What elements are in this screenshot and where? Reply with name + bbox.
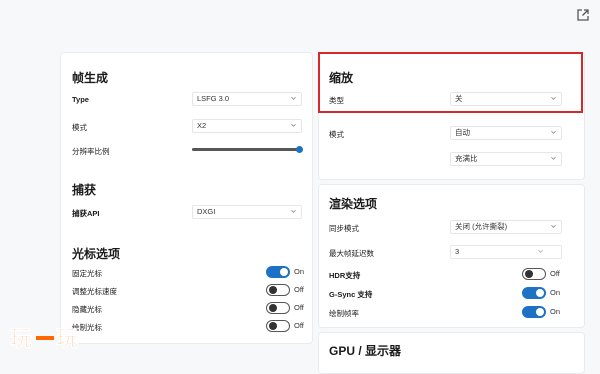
toggle-state-label: On [550, 307, 561, 316]
scaling-mode2-value: 充满比 [455, 154, 478, 163]
toggle-state-label: On [294, 267, 305, 276]
type-value: LSFG 3.0 [197, 94, 230, 103]
mode-dropdown[interactable]: X2 [192, 119, 302, 133]
sync-mode-value: 关闭 (允许撕裂) [455, 222, 508, 231]
chevron-down-icon [551, 96, 556, 100]
left-settings-panel: 帧生成 Type LSFG 3.0 模式 X2 分辨率比例 捕获 捕获API D… [60, 52, 313, 344]
toggle-switch[interactable] [266, 302, 290, 314]
chevron-down-icon [551, 224, 556, 228]
resolution-slider-fill [192, 148, 300, 151]
scaling-mode2-dropdown[interactable]: 充满比 [450, 152, 562, 166]
max-frame-latency-value: 3 [455, 247, 460, 256]
scaling-mode-label: 模式 [329, 130, 344, 139]
resolution-slider[interactable] [192, 148, 300, 151]
capture-title: 捕获 [72, 183, 97, 197]
cursor-item-label: 固定光标 [72, 269, 102, 278]
gpu-display-title: GPU / 显示器 [329, 344, 402, 358]
cursor-item-label: 隐藏光标 [72, 305, 102, 314]
scaling-title: 缩放 [329, 71, 354, 85]
type-dropdown[interactable]: LSFG 3.0 [192, 92, 302, 106]
toggle-state-label: Off [550, 269, 560, 278]
chevron-down-icon [291, 123, 296, 127]
scaling-type-label: 类型 [329, 96, 344, 105]
cursor-item-label: 调整光标速度 [72, 287, 117, 296]
hdr-support-label: HDR支持 [329, 271, 361, 280]
svg-text:玩: 玩 [10, 327, 32, 352]
scaling-type-dropdown[interactable]: 关 [450, 92, 562, 106]
chevron-down-icon [551, 130, 556, 134]
toggle-switch[interactable] [522, 287, 546, 299]
frame-gen-title: 帧生成 [72, 71, 109, 85]
draw-fps-label: 绘制帧率 [329, 309, 359, 318]
toggle-switch[interactable] [266, 284, 290, 296]
open-external-icon[interactable] [576, 8, 590, 22]
toggle-switch[interactable] [266, 320, 290, 332]
toggle-state-label: Off [294, 321, 304, 330]
resolution-slider-thumb[interactable] [296, 146, 303, 153]
toggle-state-label: On [550, 288, 561, 297]
chevron-down-icon [551, 156, 556, 160]
mode-value: X2 [197, 121, 207, 130]
chevron-down-icon [291, 96, 296, 100]
toggle-state-label: Off [294, 285, 304, 294]
max-frame-latency-stepper[interactable]: 3 [450, 245, 562, 259]
scaling-mode-value: 自动 [455, 128, 470, 137]
scaling-panel: 缩放 类型 关 模式 自动 充满比 [318, 52, 585, 180]
chevron-down-icon[interactable] [538, 249, 543, 254]
render-options-panel: 渲染选项 同步模式 关闭 (允许撕裂) 最大帧延迟数 3 HDR支持 Off G… [318, 184, 585, 328]
toggle-switch[interactable] [266, 266, 290, 278]
mode-label: 模式 [72, 123, 87, 132]
scaling-mode-dropdown[interactable]: 自动 [450, 126, 562, 140]
capture-api-value: DXGI [197, 207, 216, 216]
cursor-options-title: 光标选项 [72, 247, 121, 261]
capture-api-label: 捕获API [72, 209, 100, 218]
chevron-down-icon [291, 209, 296, 213]
toggle-switch[interactable] [522, 306, 546, 318]
type-label: Type [72, 95, 89, 104]
toggle-state-label: Off [294, 303, 304, 312]
gsync-support-label: G-Sync 支持 [329, 290, 373, 299]
capture-api-dropdown[interactable]: DXGI [192, 205, 302, 219]
watermark-logo: 玩 玩 [10, 327, 79, 353]
sync-mode-label: 同步模式 [329, 224, 359, 233]
sync-mode-dropdown[interactable]: 关闭 (允许撕裂) [450, 220, 562, 234]
svg-text:玩: 玩 [56, 327, 78, 352]
gpu-display-panel: GPU / 显示器 [318, 332, 585, 374]
render-options-title: 渲染选项 [329, 197, 378, 211]
scaling-type-value: 关 [455, 94, 463, 103]
resolution-label: 分辨率比例 [72, 147, 110, 156]
max-frame-latency-label: 最大帧延迟数 [329, 249, 374, 258]
toggle-switch[interactable] [522, 268, 546, 280]
